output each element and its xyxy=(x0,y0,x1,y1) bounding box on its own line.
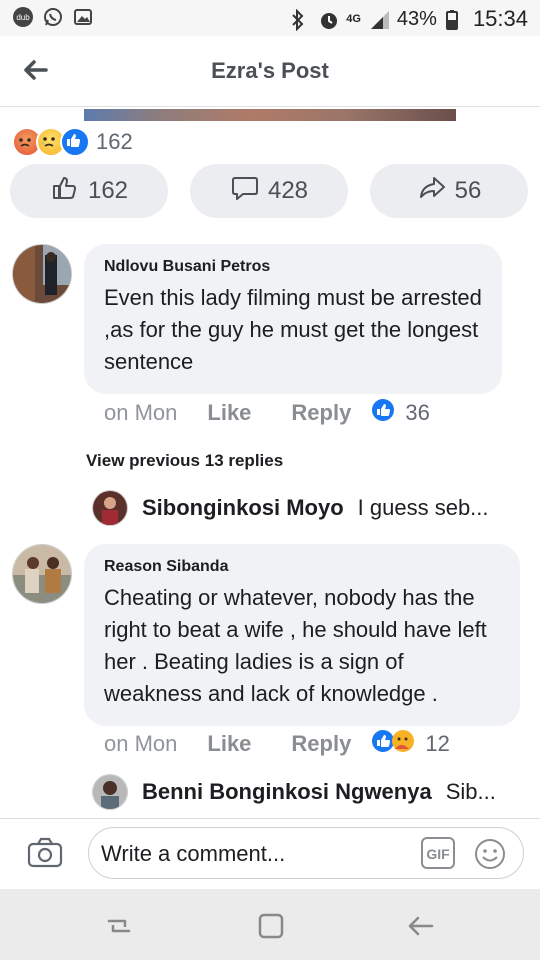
emoji-icon[interactable] xyxy=(473,837,507,871)
view-previous-replies[interactable]: View previous 13 replies xyxy=(86,451,283,471)
network-label: 4G xyxy=(346,13,361,25)
like-reaction-icon xyxy=(371,398,395,428)
reactions-summary[interactable]: 162 xyxy=(12,127,133,157)
comment-time: on Mon xyxy=(104,731,178,756)
dub-icon: dub xyxy=(12,6,33,27)
alarm-icon xyxy=(318,9,338,29)
share-button[interactable]: 56 xyxy=(370,164,528,218)
clock: 15:34 xyxy=(472,6,528,31)
comment-bubble-icon xyxy=(230,173,260,210)
battery-percent: 43% xyxy=(396,7,437,30)
like-count: 162 xyxy=(87,177,129,204)
comment-input-placeholder: Write a comment... xyxy=(101,841,286,866)
status-right: 4G 43% 15:34 xyxy=(290,6,528,32)
comment-bubble[interactable]: Reason Sibanda Cheating or whatever, nob… xyxy=(84,544,520,726)
comment-reactions[interactable]: 36 xyxy=(371,398,430,428)
page-title: Ezra's Post xyxy=(211,58,329,83)
comment-bubble[interactable]: Ndlovu Busani Petros Even this lady film… xyxy=(84,244,502,394)
reply-preview[interactable]: Sibonginkosi Moyo I guess seb... xyxy=(92,490,512,526)
comment-composer: Write a comment... GIF xyxy=(0,818,540,889)
reply-author[interactable]: Benni Bonginkosi Ngwenya xyxy=(142,779,432,805)
comment-meta: on Mon Like Reply 12 xyxy=(104,729,450,759)
comment-text: Cheating or whatever, nobody has the rig… xyxy=(104,585,487,706)
comment-reply-button[interactable]: Reply xyxy=(291,731,351,757)
divider xyxy=(0,106,540,107)
comment-time: on Mon xyxy=(104,400,178,425)
comment-reply-button[interactable]: Reply xyxy=(291,400,351,426)
like-reaction-icon xyxy=(60,127,90,157)
comment-input[interactable]: Write a comment... GIF xyxy=(88,827,524,879)
share-arrow-icon xyxy=(417,173,447,210)
reply-preview[interactable]: Benni Bonginkosi Ngwenya Sib... xyxy=(92,774,512,810)
signal-icon xyxy=(369,9,389,29)
comment-reaction-count: 12 xyxy=(425,731,450,756)
battery-icon xyxy=(445,9,465,30)
back-icon[interactable] xyxy=(406,911,436,941)
comment-meta: on Mon Like Reply 36 xyxy=(104,398,430,428)
care-reaction-icon xyxy=(391,729,415,759)
avatar[interactable] xyxy=(92,490,128,526)
comment-count: 428 xyxy=(267,177,309,204)
post-media-strip[interactable] xyxy=(84,109,456,121)
comment-text: Even this lady filming must be arrested … xyxy=(104,285,482,374)
status-bar: dub 4G 43% 15:34 xyxy=(0,0,540,36)
reply-author[interactable]: Sibonginkosi Moyo xyxy=(142,495,344,521)
status-left-icons: dub xyxy=(12,6,92,27)
comment-author[interactable]: Ndlovu Busani Petros xyxy=(104,258,482,276)
thumbs-up-icon xyxy=(50,173,80,210)
avatar[interactable] xyxy=(92,774,128,810)
post-header: Ezra's Post xyxy=(0,36,540,106)
comment-reactions[interactable]: 12 xyxy=(371,729,450,759)
comment-button[interactable]: 428 xyxy=(190,164,348,218)
reply-text: I guess seb... xyxy=(357,495,489,520)
comment-author[interactable]: Reason Sibanda xyxy=(104,558,500,576)
reply-text: Sib... xyxy=(445,779,496,804)
camera-icon[interactable] xyxy=(26,835,64,871)
post-actions: 162 428 56 xyxy=(0,164,540,220)
whatsapp-icon xyxy=(42,6,62,26)
comment-like-button[interactable]: Like xyxy=(207,731,251,757)
comment-like-button[interactable]: Like xyxy=(207,400,251,426)
system-navigation-bar xyxy=(0,889,540,960)
home-icon[interactable] xyxy=(256,911,286,941)
avatar[interactable] xyxy=(12,544,72,604)
like-button[interactable]: 162 xyxy=(10,164,168,218)
gallery-icon xyxy=(72,6,92,26)
recent-apps-icon[interactable] xyxy=(104,911,134,941)
bluetooth-icon xyxy=(290,8,310,32)
avatar[interactable] xyxy=(12,244,72,304)
share-count: 56 xyxy=(454,177,482,204)
gif-button[interactable]: GIF xyxy=(421,837,455,869)
comment-reaction-count: 36 xyxy=(405,400,430,425)
reactions-count: 162 xyxy=(96,129,133,154)
svg-text:dub: dub xyxy=(16,13,30,22)
